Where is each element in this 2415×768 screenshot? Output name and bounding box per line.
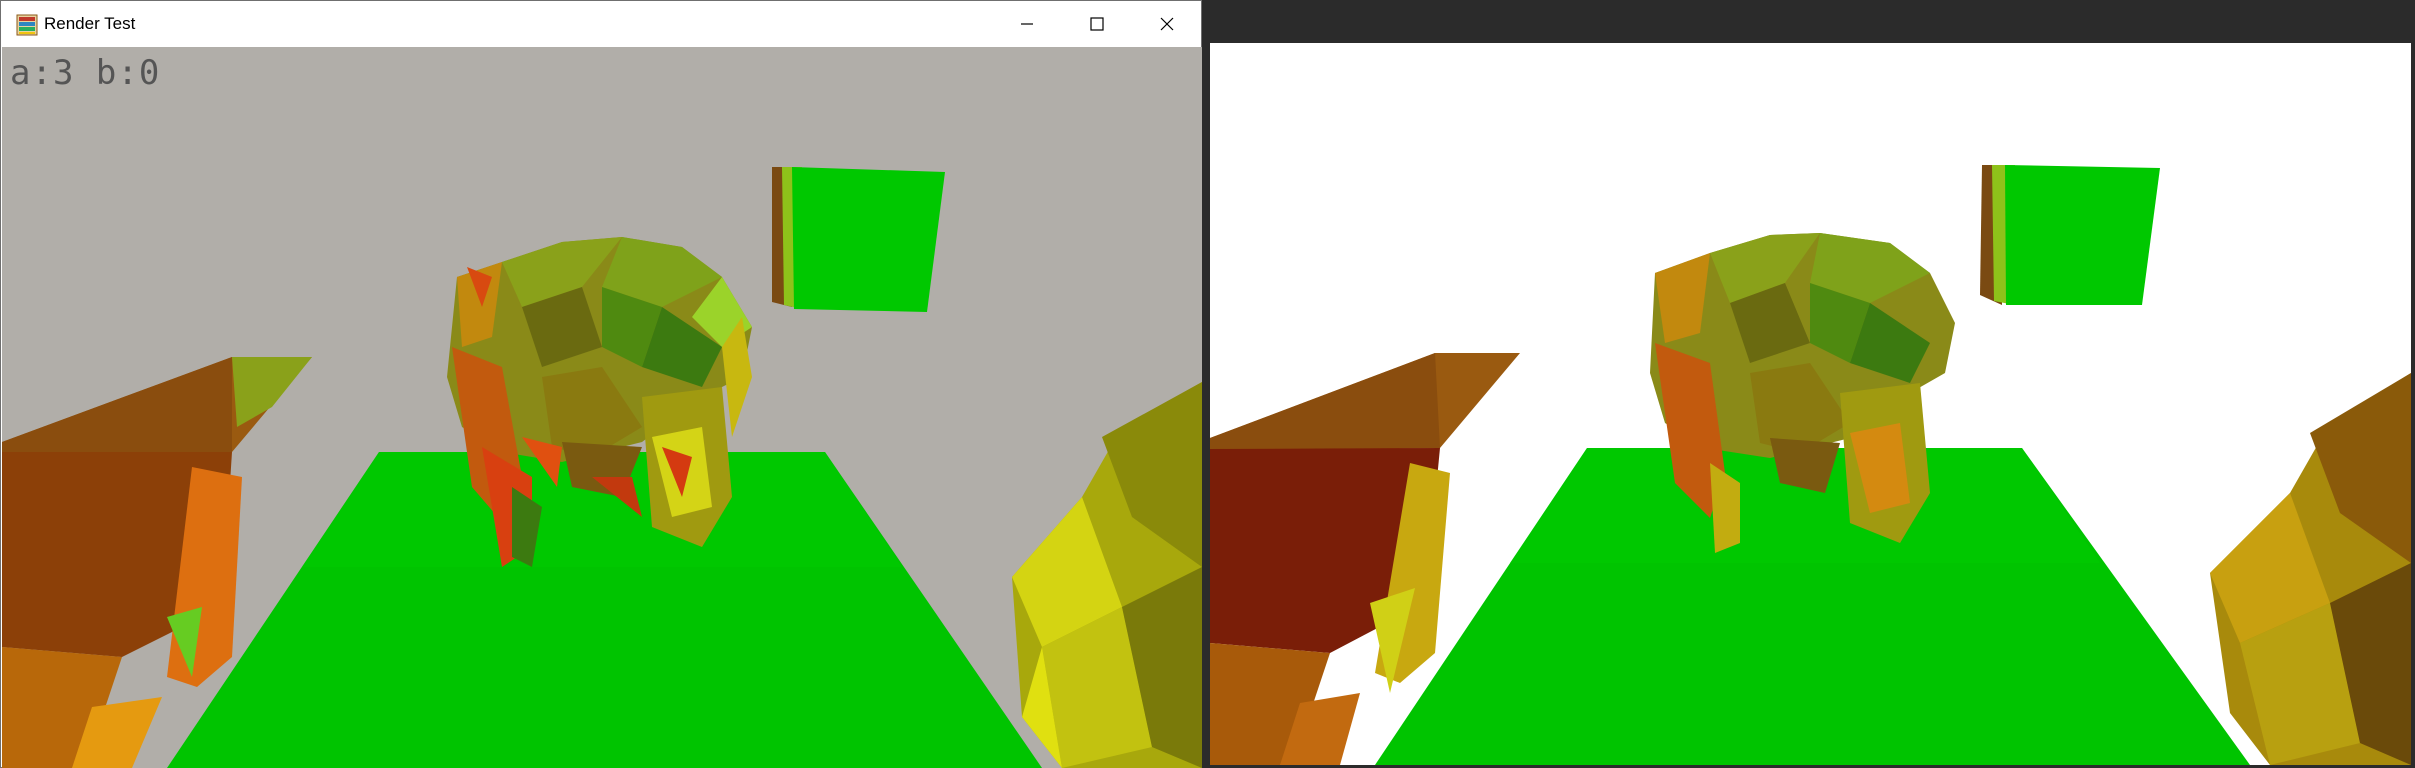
render-viewport[interactable]: a:3 b:0 [2,47,1202,768]
title-bar[interactable]: Render Test [1,1,1201,47]
close-button[interactable] [1133,1,1201,47]
window-title: Render Test [44,14,136,33]
maximize-icon [1089,16,1105,32]
minimize-button[interactable] [993,1,1061,47]
app-icon [15,13,39,37]
minimize-icon [1019,16,1035,32]
reference-render-viewport[interactable] [1210,43,2411,765]
scene-render [2,167,1202,768]
reference-scene-render [1210,165,2411,765]
reference-right-blob [2210,373,2411,765]
reference-floating-cube [1980,165,2160,305]
close-icon [1159,16,1175,32]
maximize-button[interactable] [1063,1,1131,47]
hud-status-text: a:3 b:0 [10,53,161,93]
floating-cube [772,167,945,312]
right-blob [1012,382,1202,768]
render-test-window: Render Test a:3 b:0 [0,0,1202,768]
